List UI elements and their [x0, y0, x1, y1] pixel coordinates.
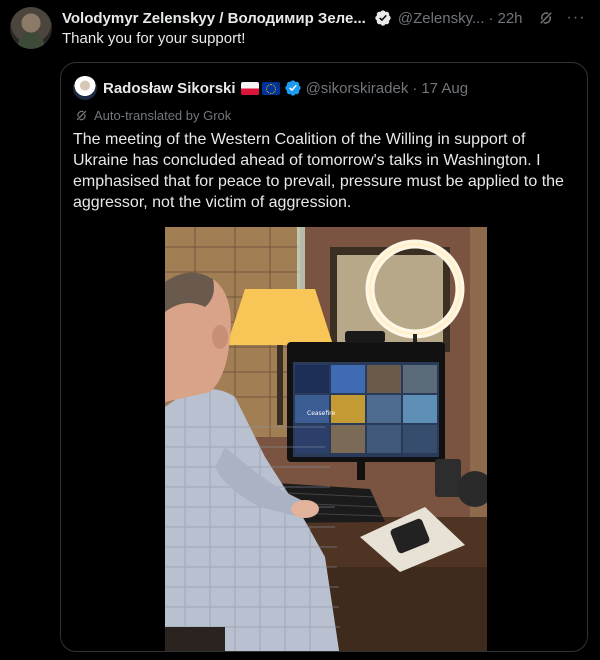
- verified-badge-icon: [284, 80, 301, 96]
- quoted-author-handle[interactable]: @sikorskiradek: [306, 80, 409, 97]
- eu-flag-icon: [261, 81, 280, 95]
- quoted-tweet[interactable]: Radosław Sikorski @sikorskiradek · 17 Au…: [60, 62, 588, 652]
- author-name[interactable]: Volodymyr Zelenskyy / Володимир Зеле...: [62, 10, 366, 27]
- attached-photo[interactable]: Ceasefire: [165, 227, 487, 651]
- poland-flag-icon: [240, 81, 259, 95]
- quoted-author-name[interactable]: Radosław Sikorski: [103, 80, 236, 97]
- separator-dot: ·: [488, 9, 494, 27]
- grok-icon[interactable]: [537, 9, 555, 27]
- separator-dot: ·: [412, 79, 418, 97]
- verified-badge-icon: [375, 10, 391, 26]
- tweet[interactable]: Volodymyr Zelenskyy / Володимир Зеле... …: [0, 0, 600, 660]
- quoted-tweet-text: The meeting of the Western Coalition of …: [73, 131, 564, 211]
- author-avatar[interactable]: [10, 7, 52, 49]
- quoted-post-time[interactable]: 17 Aug: [421, 80, 468, 97]
- tweet-text: Thank you for your support!: [62, 30, 246, 47]
- monitor-screen-text: Ceasefire: [307, 410, 335, 417]
- auto-translated-text: Auto-translated by Grok: [94, 108, 232, 123]
- author-handle[interactable]: @Zelensky...: [398, 10, 485, 27]
- grok-translate-icon: [76, 110, 87, 121]
- photo-illustration: Ceasefire: [165, 227, 487, 651]
- auto-translated-label[interactable]: Auto-translated by Grok: [74, 108, 231, 123]
- tweet-header: Volodymyr Zelenskyy / Володимир Зеле... …: [62, 8, 590, 28]
- quoted-header: Radosław Sikorski @sikorskiradek · 17 Au…: [73, 75, 575, 101]
- quoted-author-avatar[interactable]: [73, 76, 97, 100]
- more-icon[interactable]: ···: [567, 9, 586, 27]
- post-time[interactable]: 22h: [498, 10, 523, 27]
